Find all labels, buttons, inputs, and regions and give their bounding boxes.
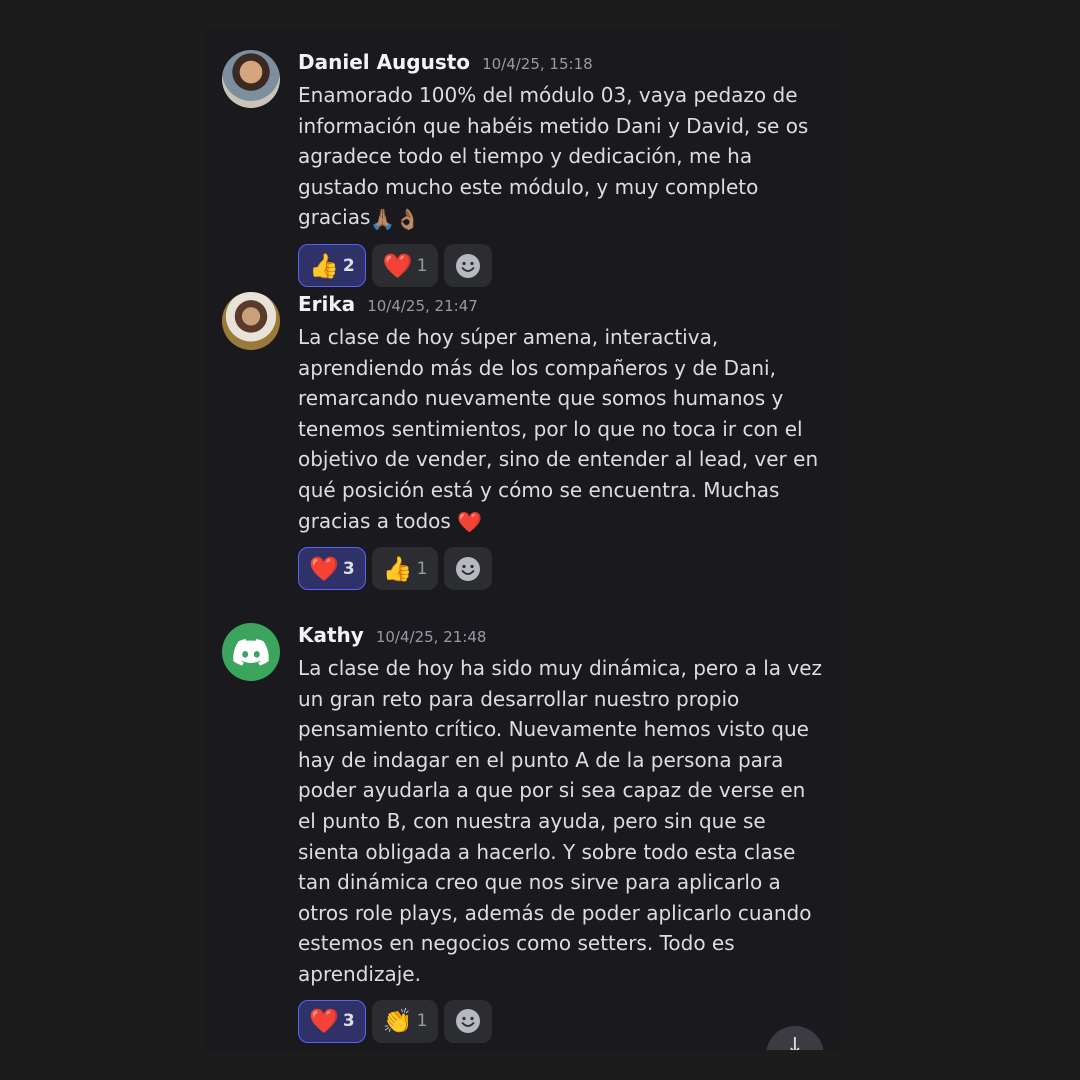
inline-emoji: 🙏🏽👌🏽	[370, 206, 421, 231]
reaction-count: 3	[342, 1011, 355, 1032]
reactions-bar: 👍 2 ❤️ 1	[298, 244, 828, 288]
reaction-thumbs-up[interactable]: 👍 2	[298, 244, 366, 288]
message-body: La clase de hoy ha sido muy dinámica, pe…	[298, 656, 829, 986]
smiley-face-icon	[456, 253, 481, 278]
avatar[interactable]	[222, 623, 280, 681]
reaction-heart[interactable]: ❤️ 3	[298, 999, 366, 1043]
heart-icon: ❤️	[309, 554, 339, 583]
author-name[interactable]: Kathy	[298, 623, 364, 647]
message-text: La clase de hoy ha sido muy dinámica, pe…	[298, 653, 828, 990]
timestamp: 10/4/25, 21:48	[375, 628, 487, 646]
add-reaction-button[interactable]	[444, 999, 493, 1043]
message-content: Erika 10/4/25, 21:47 La clase de hoy súp…	[298, 292, 828, 591]
message-content: Kathy 10/4/25, 21:48 La clase de hoy ha …	[298, 623, 828, 1043]
author-name[interactable]: Daniel Augusto	[298, 50, 470, 74]
avatar[interactable]	[222, 292, 280, 350]
heart-icon: ❤️	[382, 251, 413, 280]
message-content: Daniel Augusto 10/4/25, 15:18 Enamorado …	[298, 50, 828, 288]
add-reaction-button[interactable]	[444, 547, 493, 591]
smiley-face-icon	[456, 1009, 481, 1034]
clapping-hands-icon: 👏	[382, 1007, 413, 1036]
reactions-bar: ❤️ 3 👏 1	[298, 999, 828, 1043]
add-reaction-button[interactable]	[444, 244, 493, 288]
reaction-count: 1	[416, 255, 428, 276]
reaction-count: 3	[342, 558, 355, 579]
reaction-count: 1	[416, 558, 428, 579]
reaction-thumbs-up[interactable]: 👍 1	[371, 547, 439, 591]
chat-panel: Daniel Augusto 10/4/25, 15:18 Enamorado …	[206, 26, 840, 1050]
message-text: Enamorado 100% del módulo 03, vaya pedaz…	[298, 80, 828, 234]
reaction-heart[interactable]: ❤️ 3	[298, 547, 366, 591]
heart-icon: ❤️	[309, 1007, 339, 1036]
timestamp: 10/4/25, 21:47	[367, 297, 478, 315]
message-header: Kathy 10/4/25, 21:48	[298, 623, 828, 649]
thumbs-up-icon: 👍	[309, 251, 339, 280]
avatar[interactable]	[222, 50, 280, 108]
author-name[interactable]: Erika	[298, 292, 355, 316]
message-body: La clase de hoy súper amena, interactiva…	[298, 325, 825, 533]
message-header: Daniel Augusto 10/4/25, 15:18	[298, 50, 828, 76]
reaction-count: 2	[342, 255, 355, 276]
reaction-heart[interactable]: ❤️ 1	[371, 244, 439, 288]
message-header: Erika 10/4/25, 21:47	[298, 292, 828, 318]
inline-emoji: ❤️	[457, 509, 483, 534]
smiley-face-icon	[456, 556, 481, 581]
thumbs-up-icon: 👍	[382, 554, 413, 583]
arrow-down-icon: ↓	[785, 1034, 805, 1050]
reactions-bar: ❤️ 3 👍 1	[298, 547, 828, 591]
reaction-count: 1	[416, 1011, 428, 1032]
message-text: La clase de hoy súper amena, interactiva…	[298, 322, 828, 537]
reaction-clapping[interactable]: 👏 1	[371, 999, 439, 1043]
timestamp: 10/4/25, 15:18	[482, 55, 593, 73]
discord-logo-icon	[233, 639, 269, 666]
